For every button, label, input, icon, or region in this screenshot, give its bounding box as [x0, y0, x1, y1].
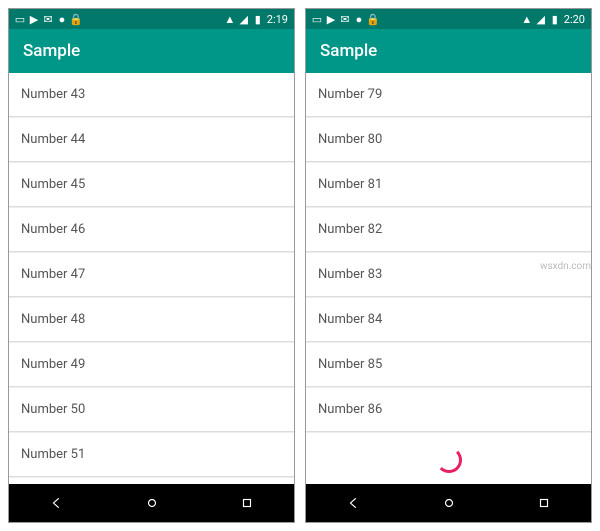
- nav-bar: [306, 484, 591, 522]
- list-item[interactable]: Number 80: [306, 118, 591, 162]
- nav-bar: [9, 484, 294, 522]
- list-item[interactable]: Number 43: [9, 73, 294, 117]
- status-time: 2:19: [267, 13, 288, 26]
- nav-recent-icon[interactable]: [536, 495, 552, 511]
- loading-row: [306, 433, 591, 484]
- app-bar: Sample: [306, 29, 591, 73]
- list-item[interactable]: Number 81: [306, 163, 591, 207]
- list-item[interactable]: Number 86: [306, 388, 591, 432]
- list-item[interactable]: Number 84: [306, 298, 591, 342]
- wifi-icon: ▲: [522, 14, 532, 24]
- list-item[interactable]: Number 51: [9, 433, 294, 477]
- status-bar: ▭ ▶ ✉ ● 🔒 ▲ ◢ ▮ 2:19: [9, 9, 294, 29]
- cell-icon: ◢: [239, 14, 249, 24]
- list-item[interactable]: Number 48: [9, 298, 294, 342]
- circle-icon: ●: [354, 14, 364, 24]
- app-title: Sample: [320, 41, 377, 61]
- nav-home-icon[interactable]: [144, 495, 160, 511]
- youtube-icon: ▭: [312, 14, 322, 24]
- list-item[interactable]: Number 44: [9, 118, 294, 162]
- list-item[interactable]: Number 82: [306, 208, 591, 252]
- list-item[interactable]: Number 47: [9, 253, 294, 297]
- list-item[interactable]: Number 49: [9, 343, 294, 387]
- phone-screen-right: ▭ ▶ ✉ ● 🔒 ▲ ◢ ▮ 2:20 Sample Number 79 Nu…: [305, 8, 592, 523]
- status-left-icons: ▭ ▶ ✉ ● 🔒: [312, 14, 378, 24]
- status-time: 2:20: [564, 13, 585, 26]
- app-title: Sample: [23, 41, 80, 61]
- battery-icon: ▮: [253, 14, 263, 24]
- youtube-icon: ▭: [15, 14, 25, 24]
- battery-icon: ▮: [550, 14, 560, 24]
- app-bar: Sample: [9, 29, 294, 73]
- list-item[interactable]: Number 85: [306, 343, 591, 387]
- list-view[interactable]: Number 79 Number 80 Number 81 Number 82 …: [306, 73, 591, 484]
- mail-icon: ✉: [340, 14, 350, 24]
- wifi-icon: ▲: [225, 14, 235, 24]
- nav-recent-icon[interactable]: [239, 495, 255, 511]
- phone-screen-left: ▭ ▶ ✉ ● 🔒 ▲ ◢ ▮ 2:19 Sample Number 43 Nu…: [8, 8, 295, 523]
- watermark: wsxdn.com: [540, 261, 591, 272]
- status-right-icons: ▲ ◢ ▮ 2:19: [225, 13, 288, 26]
- loading-spinner-icon: [436, 447, 462, 473]
- play-icon: ▶: [326, 14, 336, 24]
- list-item[interactable]: Number 79: [306, 73, 591, 117]
- mail-icon: ✉: [43, 14, 53, 24]
- list-item[interactable]: Number 50: [9, 388, 294, 432]
- cell-icon: ◢: [536, 14, 546, 24]
- list-item[interactable]: Number 83: [306, 253, 591, 297]
- lock-icon: 🔒: [368, 14, 378, 24]
- nav-back-icon[interactable]: [346, 495, 362, 511]
- play-icon: ▶: [29, 14, 39, 24]
- nav-back-icon[interactable]: [49, 495, 65, 511]
- status-right-icons: ▲ ◢ ▮ 2:20: [522, 13, 585, 26]
- circle-icon: ●: [57, 14, 67, 24]
- list-item[interactable]: Number 46: [9, 208, 294, 252]
- status-bar: ▭ ▶ ✉ ● 🔒 ▲ ◢ ▮ 2:20: [306, 9, 591, 29]
- lock-icon: 🔒: [71, 14, 81, 24]
- list-item[interactable]: Number 45: [9, 163, 294, 207]
- status-left-icons: ▭ ▶ ✉ ● 🔒: [15, 14, 81, 24]
- nav-home-icon[interactable]: [441, 495, 457, 511]
- list-view[interactable]: Number 43 Number 44 Number 45 Number 46 …: [9, 73, 294, 484]
